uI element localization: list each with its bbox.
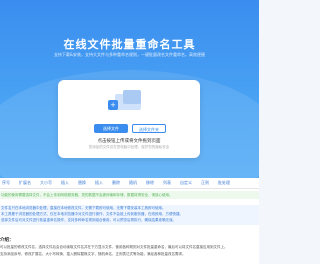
tab-regex[interactable]: 正则: [201, 180, 209, 186]
page-subtitle: 支持下载&安装，支持大文件与多种重命名规则，一键批量改名文件重命名，高效便捷: [53, 52, 206, 57]
select-files-button[interactable]: 选择文件: [94, 124, 128, 133]
tab-case[interactable]: 大小写: [40, 180, 52, 186]
page-title: 在线文件批量重命名工具: [63, 38, 196, 51]
rename-panel: 序号 扩展名 大小写 插入 替换 插入 删除 随机 移除 列表 自定义 正则 批…: [0, 178, 259, 264]
tab-random[interactable]: 随机: [129, 180, 137, 186]
tab-insert[interactable]: 插入: [61, 180, 69, 186]
upload-dropzone[interactable]: + 选择文件 选择文件夹 点击按钮上传或将文件拖到页面 您添加的文件仅在您电脑中…: [58, 80, 200, 158]
intro-text: 可以批量的修改文件名，选择文件后会自动读取文件名并在下方显示文件，使用各种规则对…: [0, 245, 228, 249]
tab-insert-2[interactable]: 插入: [95, 180, 103, 186]
privacy-tip: 功能的使用需要选择文件，不会上传到网络服务器，您的数据不会被传输和存储，数据将得…: [0, 191, 259, 199]
select-folder-button[interactable]: 选择文件夹: [132, 124, 166, 133]
tab-serial[interactable]: 序号: [2, 180, 10, 186]
tab-remove[interactable]: 移除: [146, 180, 154, 186]
tab-replace[interactable]: 替换: [78, 180, 86, 186]
tab-list[interactable]: 列表: [163, 180, 171, 186]
info-tip: 文件名只在本地浏览器中处理，直接在本地修改文件，无需下载即可使用，无需下载安装本…: [0, 205, 259, 225]
tab-extension[interactable]: 扩展名: [19, 180, 31, 186]
tab-batch[interactable]: 批处理: [218, 180, 230, 186]
folder-upload-icon: +: [108, 90, 145, 110]
info-tip-line: 选择文件后可对文件进行批量重命名操作，支持多种命名规则组合使用，可以预览后再执行…: [1, 218, 176, 222]
drop-hint: 点击按钮上传或将文件拖到页面: [97, 139, 161, 144]
tab-delete[interactable]: 删除: [112, 180, 120, 186]
tab-custom[interactable]: 自定义: [180, 180, 192, 186]
rule-tabs: 序号 扩展名 大小写 插入 替换 插入 删除 随机 移除 列表 自定义 正则 批…: [0, 178, 259, 189]
intro-heading: 介绍：: [0, 238, 14, 243]
privacy-note: 您添加的文件仅在您电脑中处理，保护您的隐私安全: [88, 145, 170, 149]
intro-text-2: 支持添加序号、修改扩展名、大小写转换、插入删除替换文字、随机命名、正则表达式等功…: [0, 252, 186, 256]
